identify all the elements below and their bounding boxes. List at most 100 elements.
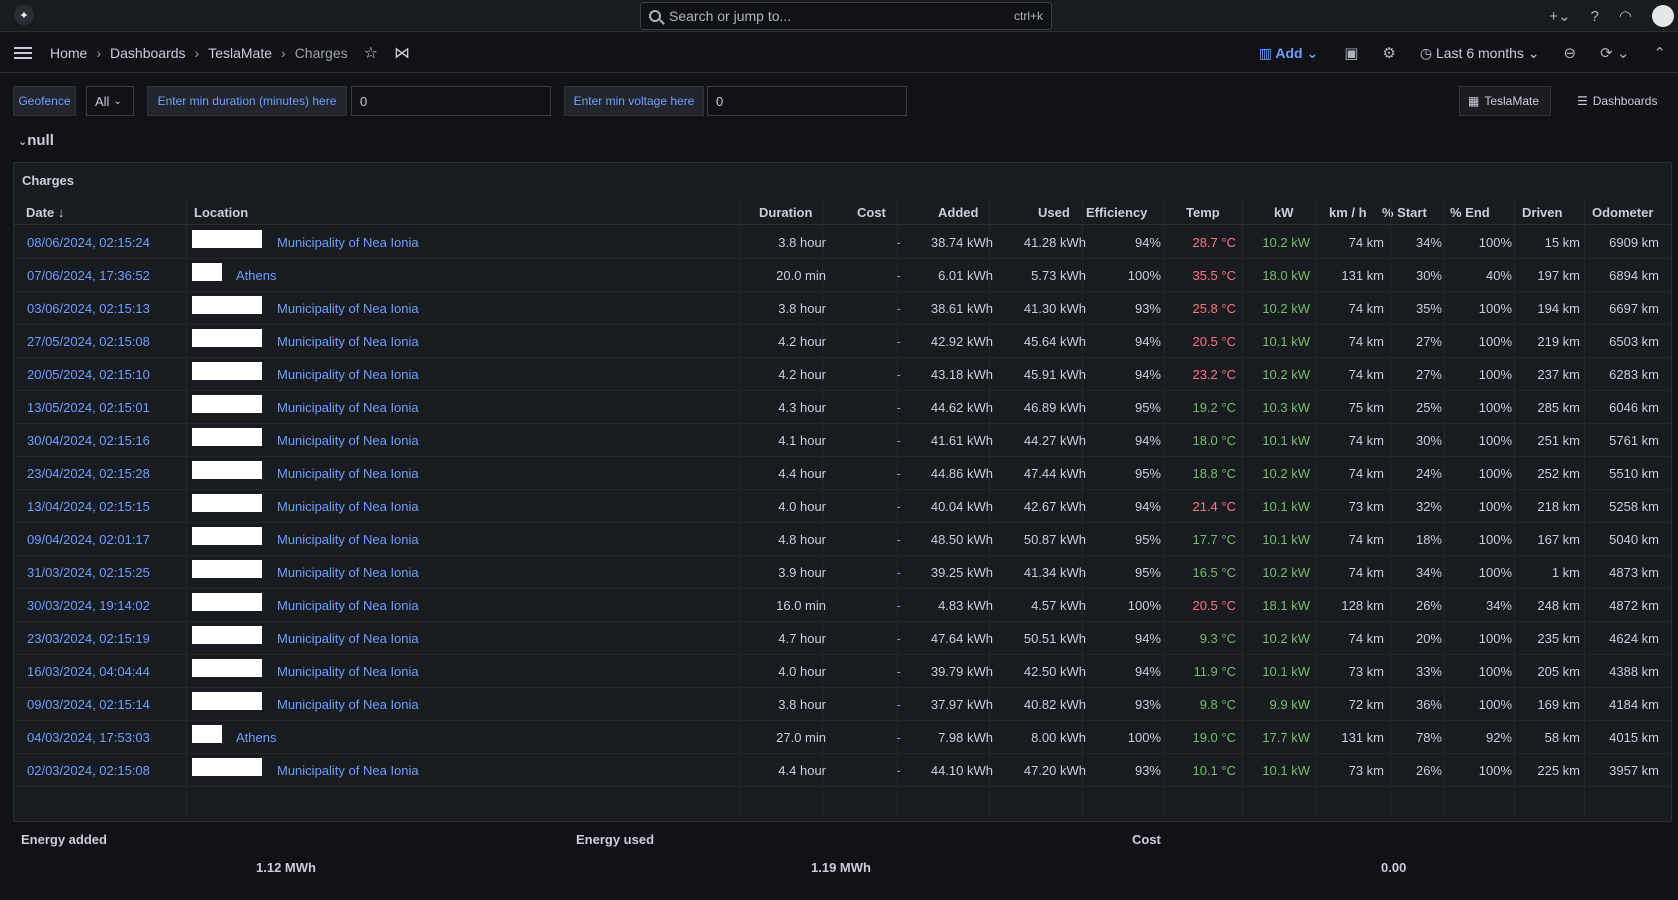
- col-added[interactable]: Added: [938, 205, 978, 220]
- location-link[interactable]: Municipality of Nea Ionia: [277, 631, 419, 646]
- location-link[interactable]: Municipality of Nea Ionia: [277, 565, 419, 580]
- location-link[interactable]: Municipality of Nea Ionia: [277, 367, 419, 382]
- col-temp[interactable]: Temp: [1186, 205, 1220, 220]
- min-duration-input[interactable]: [351, 86, 551, 116]
- news-rss-icon[interactable]: ◠: [1619, 7, 1632, 25]
- location-link[interactable]: Municipality of Nea Ionia: [277, 334, 419, 349]
- table-row[interactable]: 16/03/2024, 04:04:44 Municipality of Nea …: [14, 655, 1671, 688]
- table-row[interactable]: 20/05/2024, 02:15:10 Municipality of Nea …: [14, 358, 1671, 391]
- cell-cost[interactable]: -: [897, 763, 901, 778]
- table-row[interactable]: 04/03/2024, 17:53:03 Athens 27.0 min - 7.98 …: [14, 721, 1671, 754]
- teslamate-link-button[interactable]: ▦ TeslaMate: [1459, 86, 1551, 116]
- charge-date-link[interactable]: 08/06/2024, 02:15:24: [27, 235, 150, 250]
- breadcrumb-home[interactable]: Home: [50, 45, 87, 61]
- charge-date-link[interactable]: 30/04/2024, 02:15:16: [27, 433, 150, 448]
- table-row[interactable]: 27/05/2024, 02:15:08 Municipality of Nea …: [14, 325, 1671, 358]
- location-link[interactable]: Municipality of Nea Ionia: [277, 466, 419, 481]
- cell-cost[interactable]: -: [897, 631, 901, 646]
- location-link[interactable]: Municipality of Nea Ionia: [277, 598, 419, 613]
- location-link[interactable]: Municipality of Nea Ionia: [277, 532, 419, 547]
- col-kw[interactable]: kW: [1274, 205, 1294, 220]
- col-end[interactable]: % End: [1450, 205, 1490, 220]
- table-row[interactable]: 09/04/2024, 02:01:17 Municipality of Nea …: [14, 523, 1671, 556]
- cell-cost[interactable]: -: [897, 268, 901, 283]
- table-row[interactable]: 07/06/2024, 17:36:52 Athens 20.0 min - 6.01 …: [14, 259, 1671, 292]
- col-start[interactable]: % Start: [1382, 205, 1427, 220]
- location-link[interactable]: Athens: [236, 730, 276, 745]
- location-link[interactable]: Municipality of Nea Ionia: [277, 697, 419, 712]
- cell-cost[interactable]: -: [897, 367, 901, 382]
- table-row[interactable]: 09/03/2024, 02:15:14 Municipality of Nea …: [14, 688, 1671, 721]
- col-location[interactable]: Location: [194, 205, 248, 220]
- charge-date-link[interactable]: 09/04/2024, 02:01:17: [27, 532, 150, 547]
- table-body[interactable]: 08/06/2024, 02:15:24 Municipality of Nea …: [14, 226, 1671, 806]
- table-row[interactable]: 30/04/2024, 02:15:16 Municipality of Nea …: [14, 424, 1671, 457]
- menu-icon[interactable]: [14, 46, 32, 59]
- star-icon[interactable]: ☆: [364, 43, 378, 63]
- col-used[interactable]: Used: [1038, 205, 1070, 220]
- cell-cost[interactable]: -: [897, 235, 901, 250]
- col-driven[interactable]: Driven: [1522, 205, 1562, 220]
- plus-icon[interactable]: +⌄: [1549, 7, 1570, 25]
- location-link[interactable]: Athens: [236, 268, 276, 283]
- row-header[interactable]: ⌄null: [18, 132, 54, 149]
- geofence-select[interactable]: All ⌄: [86, 86, 134, 116]
- charge-date-link[interactable]: 27/05/2024, 02:15:08: [27, 334, 150, 349]
- grafana-logo-icon[interactable]: ✦: [14, 5, 34, 25]
- cell-cost[interactable]: -: [897, 565, 901, 580]
- breadcrumb-dashboards[interactable]: Dashboards: [110, 45, 186, 61]
- location-link[interactable]: Municipality of Nea Ionia: [277, 301, 419, 316]
- col-kmh[interactable]: km / h: [1329, 205, 1367, 220]
- charge-date-link[interactable]: 31/03/2024, 02:15:25: [27, 565, 150, 580]
- location-link[interactable]: Municipality of Nea Ionia: [277, 499, 419, 514]
- charge-date-link[interactable]: 16/03/2024, 04:04:44: [27, 664, 150, 679]
- charge-date-link[interactable]: 23/04/2024, 02:15:28: [27, 466, 150, 481]
- charge-date-link[interactable]: 30/03/2024, 19:14:02: [27, 598, 150, 613]
- breadcrumb-teslamate[interactable]: TeslaMate: [208, 45, 272, 61]
- table-row[interactable]: 31/03/2024, 02:15:25 Municipality of Nea …: [14, 556, 1671, 589]
- cell-cost[interactable]: -: [897, 532, 901, 547]
- charge-date-link[interactable]: 09/03/2024, 02:15:14: [27, 697, 150, 712]
- help-icon[interactable]: ?: [1591, 8, 1599, 25]
- time-range-picker[interactable]: ◷ Last 6 months ⌄: [1420, 45, 1540, 62]
- gear-icon[interactable]: ⚙: [1382, 44, 1395, 62]
- cell-cost[interactable]: -: [897, 499, 901, 514]
- table-row[interactable]: 23/03/2024, 02:15:19 Municipality of Nea …: [14, 622, 1671, 655]
- cell-cost[interactable]: -: [897, 334, 901, 349]
- location-link[interactable]: Municipality of Nea Ionia: [277, 235, 419, 250]
- col-cost[interactable]: Cost: [857, 205, 886, 220]
- table-row[interactable]: 13/04/2024, 02:15:15 Municipality of Nea …: [14, 490, 1671, 523]
- charge-date-link[interactable]: 02/03/2024, 02:15:08: [27, 763, 150, 778]
- collapse-icon[interactable]: ⌃: [1653, 44, 1666, 62]
- zoom-out-icon[interactable]: ⊖: [1564, 44, 1577, 62]
- min-voltage-input[interactable]: [707, 86, 907, 116]
- charge-date-link[interactable]: 13/05/2024, 02:15:01: [27, 400, 150, 415]
- charge-date-link[interactable]: 03/06/2024, 02:15:13: [27, 301, 150, 316]
- table-row[interactable]: 30/03/2024, 19:14:02 Municipality of Nea …: [14, 589, 1671, 622]
- location-link[interactable]: Municipality of Nea Ionia: [277, 400, 419, 415]
- table-row[interactable]: 08/06/2024, 02:15:24 Municipality of Nea …: [14, 226, 1671, 259]
- cell-cost[interactable]: -: [897, 466, 901, 481]
- save-icon[interactable]: ▣: [1344, 44, 1358, 62]
- charge-date-link[interactable]: 23/03/2024, 02:15:19: [27, 631, 150, 646]
- col-duration[interactable]: Duration: [759, 205, 812, 220]
- dashboards-link-button[interactable]: ☰ Dashboards: [1569, 86, 1667, 116]
- table-row[interactable]: 03/06/2024, 02:15:13 Municipality of Nea …: [14, 292, 1671, 325]
- col-date[interactable]: Date ↓: [26, 205, 64, 220]
- cell-cost[interactable]: -: [897, 301, 901, 316]
- cell-cost[interactable]: -: [897, 730, 901, 745]
- cell-cost[interactable]: -: [897, 697, 901, 712]
- table-row[interactable]: 13/05/2024, 02:15:01 Municipality of Nea …: [14, 391, 1671, 424]
- share-icon[interactable]: ⋈: [394, 43, 410, 63]
- cell-cost[interactable]: -: [897, 664, 901, 679]
- charge-date-link[interactable]: 20/05/2024, 02:15:10: [27, 367, 150, 382]
- cell-cost[interactable]: -: [897, 598, 901, 613]
- charge-date-link[interactable]: 07/06/2024, 17:36:52: [27, 268, 150, 283]
- table-row[interactable]: 02/03/2024, 02:15:08 Municipality of Nea …: [14, 754, 1671, 787]
- avatar[interactable]: [1652, 5, 1674, 27]
- charge-date-link[interactable]: 04/03/2024, 17:53:03: [27, 730, 150, 745]
- location-link[interactable]: Municipality of Nea Ionia: [277, 763, 419, 778]
- refresh-icon[interactable]: ⟳ ⌄: [1600, 44, 1629, 62]
- location-link[interactable]: Municipality of Nea Ionia: [277, 664, 419, 679]
- charge-date-link[interactable]: 13/04/2024, 02:15:15: [27, 499, 150, 514]
